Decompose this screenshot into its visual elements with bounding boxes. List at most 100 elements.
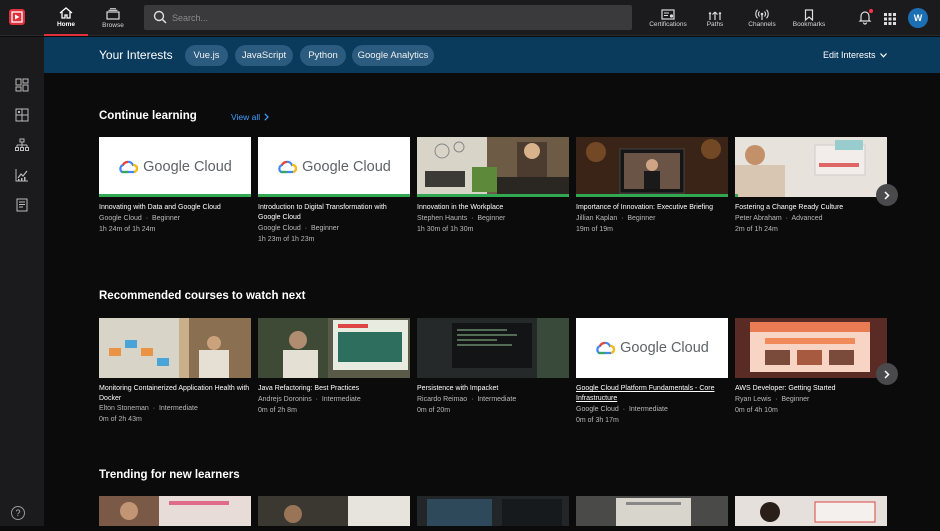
course-title[interactable]: Introduction to Digital Transformation w…: [258, 203, 410, 223]
course-progress: 0m of 2h 8m: [258, 407, 297, 414]
course-author[interactable]: Ryan Lewis: [735, 396, 771, 403]
nav-browse-label: Browse: [102, 21, 124, 29]
progress-bar: [576, 194, 728, 197]
course-title[interactable]: Persistence with Impacket: [417, 384, 569, 394]
photo-website: [735, 318, 887, 378]
course-author[interactable]: Google Cloud: [99, 215, 142, 222]
photo-terminal: [417, 318, 569, 378]
course-meta: Andrejs Doronins · Intermediate: [258, 396, 361, 403]
analytics-icon[interactable]: [15, 168, 29, 182]
reports-icon[interactable]: [15, 198, 29, 212]
interest-chip[interactable]: Google Analytics: [352, 45, 434, 66]
photo-woman-charts: [735, 137, 887, 197]
google-cloud-wordmark: Google Cloud: [620, 340, 709, 356]
course-title[interactable]: Importance of Innovation: Executive Brie…: [576, 203, 728, 213]
course-progress: 2m of 1h 24m: [735, 226, 778, 233]
course-progress: 19m of 19m: [576, 226, 613, 233]
google-cloud-logo: Google Cloud: [576, 318, 728, 378]
course-card[interactable]: Monitoring Containerized Application Hea…: [99, 318, 251, 423]
nav-paths[interactable]: Paths: [700, 0, 730, 36]
google-cloud-icon: [596, 341, 616, 355]
course-card[interactable]: Google Cloud Google Cloud Platform Funda…: [576, 318, 728, 424]
course-meta: Ricardo Reimao · Intermediate: [417, 396, 517, 403]
interest-chip[interactable]: JavaScript: [235, 45, 293, 66]
course-card[interactable]: AWS Developer: Getting Started Ryan Lewi…: [735, 318, 887, 414]
course-title[interactable]: Innovating with Data and Google Cloud: [99, 203, 251, 213]
course-meta: Peter Abraham · Advanced: [735, 215, 823, 222]
course-meta: Google Cloud · Intermediate: [576, 406, 668, 413]
sidebar: [0, 37, 44, 526]
carousel-next-button[interactable]: [876, 184, 898, 206]
channels-icon: [755, 8, 769, 20]
pluralsight-logo-icon[interactable]: [9, 9, 25, 25]
nav-certifications[interactable]: Certifications: [645, 0, 691, 36]
course-card[interactable]: Google Cloud Innovating with Data and Go…: [99, 137, 251, 233]
course-meta: Ryan Lewis · Beginner: [735, 396, 810, 403]
nav-bookmarks[interactable]: Bookmarks: [790, 0, 828, 36]
course-thumbnail: [417, 137, 569, 197]
nav-browse[interactable]: Browse: [92, 0, 134, 36]
course-author[interactable]: Elton Stoneman: [99, 405, 149, 412]
bookmark-icon: [804, 8, 814, 21]
edit-interests-button[interactable]: Edit Interests: [823, 50, 887, 60]
skills-grid-icon[interactable]: [15, 108, 29, 122]
course-author[interactable]: Google Cloud: [576, 406, 619, 413]
google-cloud-wordmark: Google Cloud: [302, 159, 391, 175]
interest-chip[interactable]: Vue.js: [185, 45, 228, 66]
search-input[interactable]: [172, 5, 612, 30]
org-chart-icon[interactable]: [15, 138, 29, 152]
course-meta: Elton Stoneman · Intermediate: [99, 405, 198, 412]
course-title[interactable]: Java Refactoring: Best Practices: [258, 384, 410, 394]
course-meta: Stephen Haunts · Beginner: [417, 215, 506, 222]
course-meta: Google Cloud · Beginner: [99, 215, 180, 222]
nav-certifications-label: Certifications: [649, 20, 687, 28]
course-title[interactable]: Google Cloud Platform Fundamentals - Cor…: [576, 384, 728, 404]
help-icon[interactable]: ?: [11, 506, 25, 520]
course-thumbnail: [99, 496, 251, 526]
chevron-down-icon: [879, 52, 887, 58]
course-author[interactable]: Ricardo Reimao: [417, 396, 467, 403]
course-title[interactable]: AWS Developer: Getting Started: [735, 384, 887, 394]
interests-title: Your Interests: [99, 48, 173, 62]
interest-chip[interactable]: Python: [300, 45, 346, 66]
course-card[interactable]: Java Refactoring: Best Practices Andrejs…: [258, 318, 410, 414]
avatar[interactable]: W: [908, 8, 928, 28]
course-author[interactable]: Stephen Haunts: [417, 215, 467, 222]
progress-bar: [735, 194, 739, 197]
course-card[interactable]: Google Cloud Introduction to Digital Tra…: [258, 137, 410, 243]
nav-paths-label: Paths: [706, 20, 724, 28]
dashboard-icon[interactable]: [15, 78, 29, 92]
google-cloud-logo: Google Cloud: [99, 137, 251, 197]
course-title[interactable]: Monitoring Containerized Application Hea…: [99, 384, 251, 404]
course-author[interactable]: Andrejs Doronins: [258, 396, 312, 403]
course-title[interactable]: Fostering a Change Ready Culture: [735, 203, 887, 213]
photo-person-laptop: [417, 137, 569, 197]
interests-banner: Your Interests Vue.js JavaScript Python …: [44, 37, 940, 73]
course-card[interactable]: Persistence with Impacket Ricardo Reimao…: [417, 318, 569, 414]
course-level: Intermediate: [477, 396, 517, 403]
course-thumbnail: Google Cloud: [258, 137, 410, 197]
notifications-button[interactable]: [858, 9, 873, 30]
view-all-label: View all: [231, 112, 261, 122]
search-bar[interactable]: [144, 5, 632, 30]
course-thumbnail: Google Cloud: [576, 318, 728, 378]
carousel-next-button[interactable]: [876, 363, 898, 385]
course-author[interactable]: Google Cloud: [258, 225, 301, 232]
view-all-link[interactable]: View all: [231, 112, 269, 122]
nav-channels[interactable]: Channels: [744, 0, 780, 36]
edit-interests-label: Edit Interests: [823, 50, 876, 60]
nav-home-label: Home: [56, 20, 76, 28]
course-author[interactable]: Jillian Kaplan: [576, 215, 617, 222]
course-title[interactable]: Innovation in the Workplace: [417, 203, 569, 213]
section-title-trending: Trending for new learners: [99, 469, 240, 481]
course-level: Intermediate: [628, 406, 668, 413]
course-author[interactable]: Peter Abraham: [735, 215, 782, 222]
nav-home[interactable]: Home: [44, 0, 88, 36]
course-card[interactable]: Innovation in the Workplace Stephen Haun…: [417, 137, 569, 233]
course-card[interactable]: Importance of Innovation: Executive Brie…: [576, 137, 728, 233]
apps-menu-button[interactable]: [884, 12, 896, 30]
course-thumbnail: [735, 496, 887, 526]
course-progress: 0m of 4h 10m: [735, 407, 778, 414]
course-card[interactable]: Fostering a Change Ready Culture Peter A…: [735, 137, 887, 233]
course-level: Intermediate: [158, 405, 198, 412]
